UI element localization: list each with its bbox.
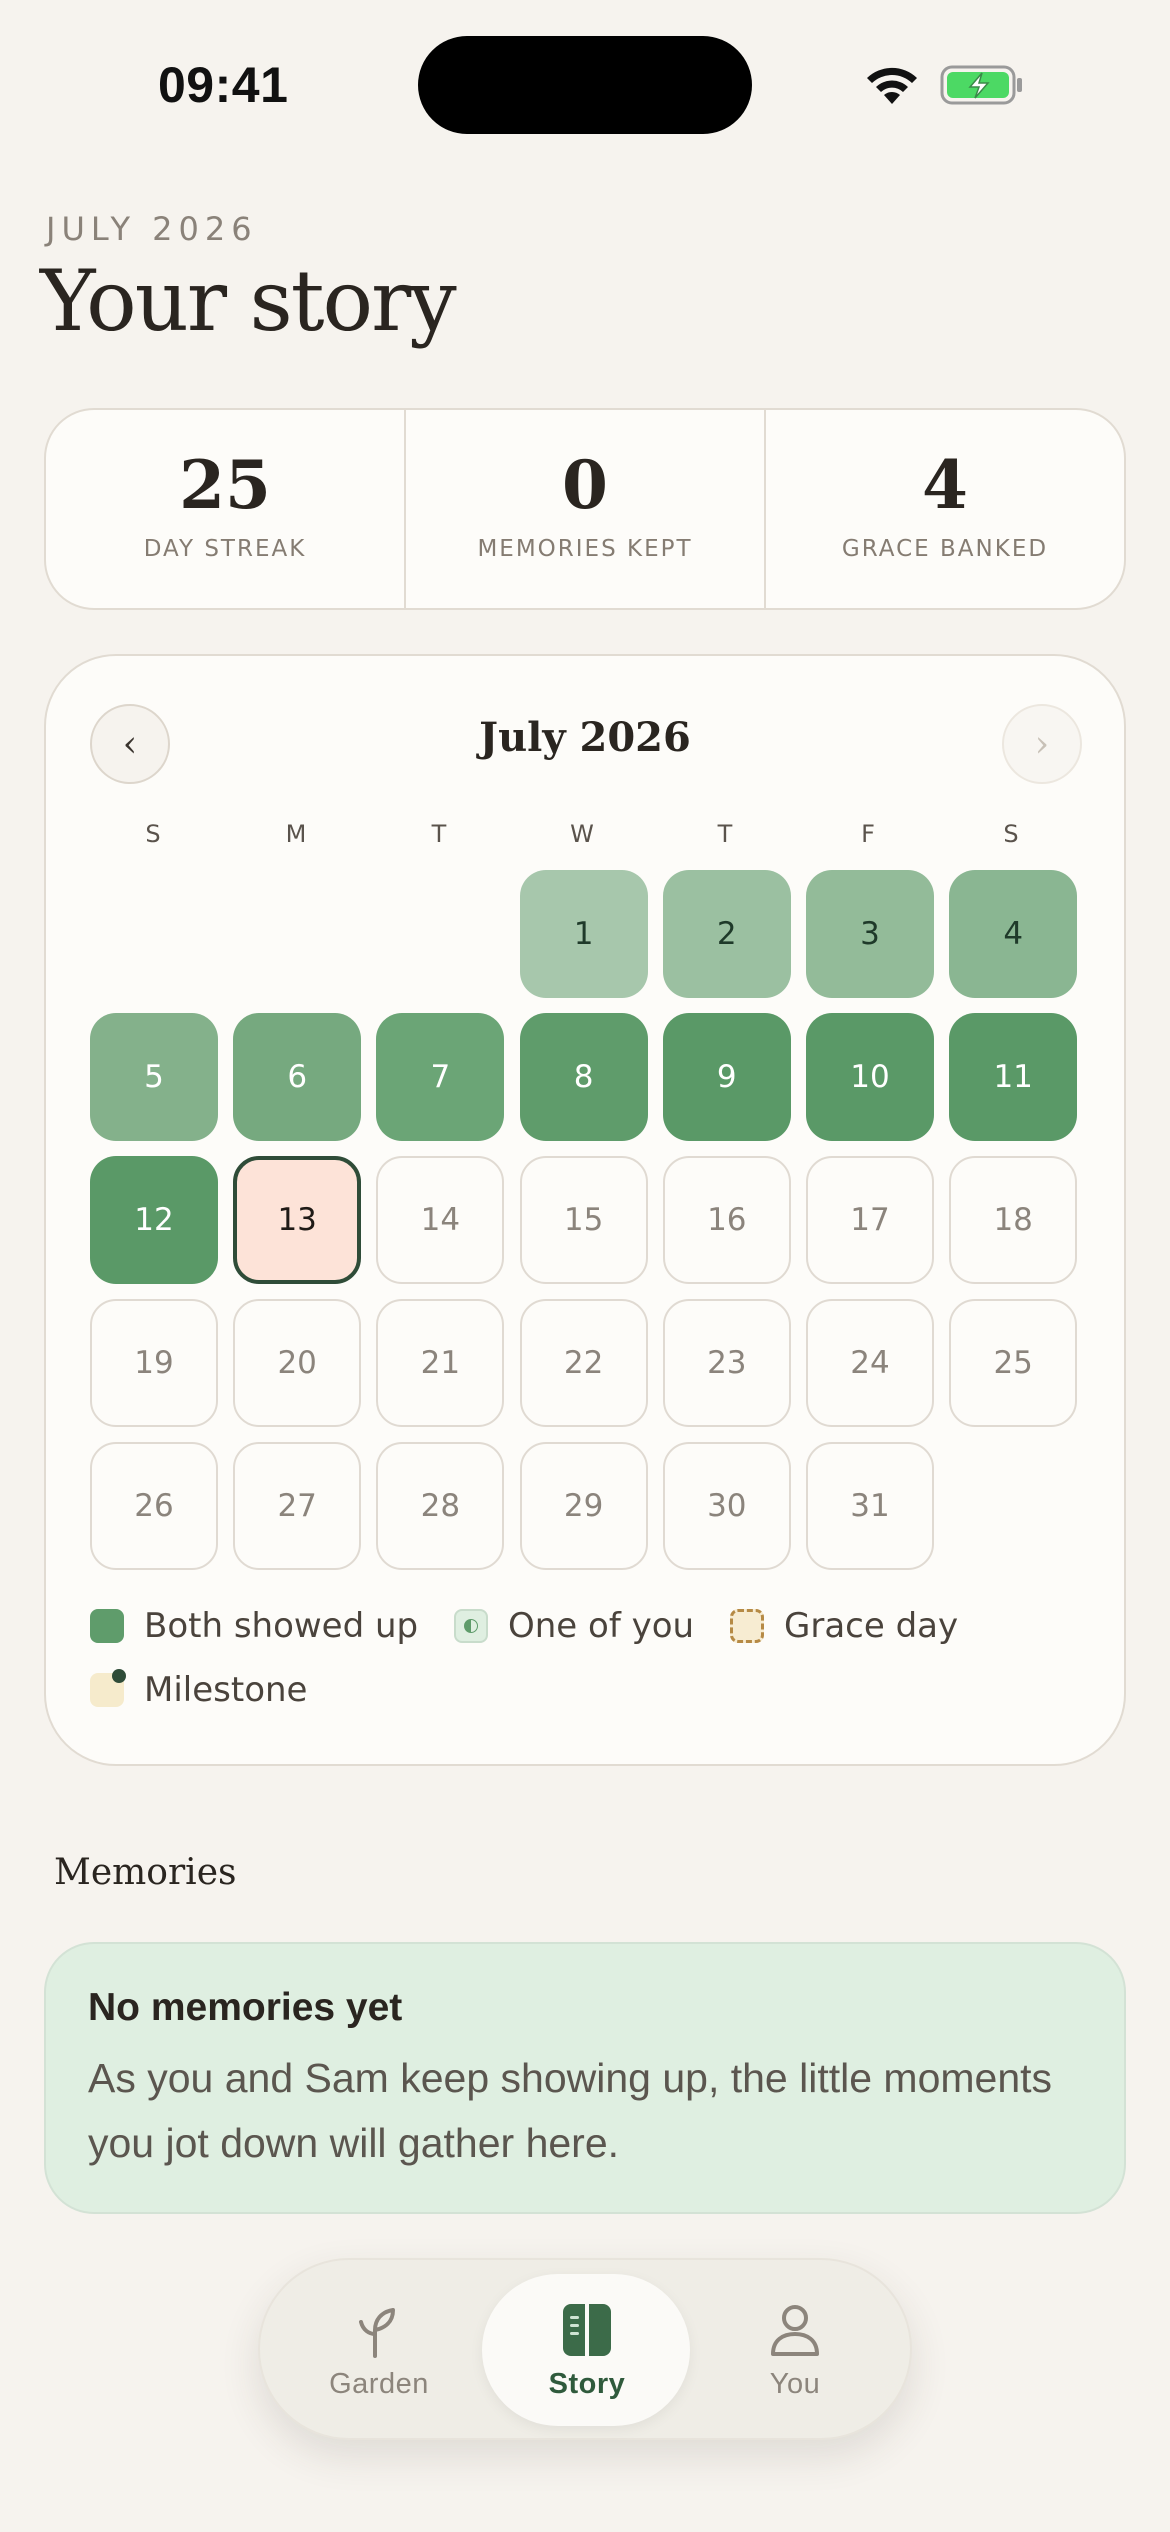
calendar-day[interactable]: 31 [806,1442,934,1570]
calendar-day[interactable]: 11 [949,1013,1078,1141]
legend-milestone-swatch [90,1669,126,1707]
status-bar: 09:41 [0,0,1170,170]
calendar-day[interactable]: 23 [662,1299,791,1427]
stat-grace-banked: 4 GRACE BANKED [766,410,1124,608]
calendar-day[interactable]: 1 [519,870,648,998]
calendar-day[interactable]: 17 [806,1156,934,1284]
calendar-day[interactable]: 26 [90,1442,218,1570]
tab-you[interactable]: You [690,2260,900,2438]
memories-empty-body: As you and Sam keep showing up, the litt… [88,2055,1053,2166]
stat-value: 4 [922,446,968,524]
memories-empty-title: No memories yet [88,1986,403,2029]
calendar-day[interactable]: 6 [233,1013,362,1141]
calendar-day[interactable]: 3 [806,870,934,998]
month-eyebrow: JULY 2026 [46,210,258,248]
calendar-day[interactable]: 13 [233,1156,362,1284]
stat-value: 0 [562,446,608,524]
tab-garden[interactable]: Garden [274,2260,484,2438]
calendar-month-label: July 2026 [479,714,691,761]
calendar-day[interactable]: 22 [519,1299,648,1427]
half-dot-icon [464,1619,478,1633]
page-title: Your story [40,252,457,350]
calendar-day[interactable]: 14 [376,1156,505,1284]
sprout-icon [359,2308,395,2358]
calendar-day[interactable]: 19 [90,1299,218,1427]
weekday-label: S [1003,820,1019,848]
wifi-icon [867,67,917,104]
stats-card: 25 DAY STREAK 0 MEMORIES KEPT 4 GRACE BA… [44,408,1126,610]
calendar-day[interactable]: 18 [949,1156,1078,1284]
calendar-day[interactable]: 20 [233,1299,362,1427]
weekday-label: M [285,820,307,848]
tab-label: You [769,2368,821,2400]
calendar-day[interactable]: 25 [949,1299,1078,1427]
stat-day-streak: 25 DAY STREAK [46,410,406,608]
legend-label: Both showed up [144,1606,419,1646]
legend-both: Both showed up [90,1606,418,1646]
weekday-label: S [145,820,161,848]
legend-grace-swatch [730,1609,764,1643]
weekday-header: S M T W T F S [90,820,1090,850]
calendar-day[interactable]: 2 [662,870,791,998]
calendar-day[interactable]: 12 [90,1156,218,1284]
calendar-day[interactable]: 21 [376,1299,505,1427]
battery-icon [940,65,1022,105]
stat-label: DAY STREAK [143,536,307,562]
memories-empty-card: No memories yet As you and Sam keep show… [44,1942,1126,2214]
legend-milestone: Milestone [90,1669,308,1710]
calendar-day[interactable]: 30 [662,1442,791,1570]
milestone-dot-icon [112,1669,126,1683]
stat-label: MEMORIES KEPT [477,536,693,562]
memories-section-title: Memories [54,1852,237,1893]
calendar-day[interactable]: 28 [376,1442,505,1570]
calendar-day[interactable]: 10 [806,1013,934,1141]
status-time: 09:41 [158,57,289,113]
weekday-label: T [717,820,733,848]
person-icon [771,2305,819,2356]
calendar-day[interactable]: 16 [662,1156,791,1284]
legend-one-swatch [454,1609,488,1643]
legend-grace: Grace day [730,1606,958,1646]
calendar-day[interactable]: 5 [90,1013,218,1141]
next-month-button[interactable]: › [1002,704,1082,784]
tab-story[interactable]: Story [482,2260,692,2438]
calendar-day[interactable]: 29 [519,1442,648,1570]
book-icon [563,2304,611,2356]
calendar-day[interactable]: 7 [376,1013,505,1141]
legend-label: Grace day [784,1606,959,1646]
tab-label: Story [548,2368,626,2400]
calendar-card: ‹ July 2026 › S M T W T F S 1 2 3 4 5 6 7 8 9 10 1… [44,654,1126,1766]
stat-value: 25 [179,446,271,524]
legend-label: One of you [508,1606,695,1646]
calendar-day[interactable]: 9 [662,1013,791,1141]
legend-label: Milestone [144,1670,308,1710]
calendar-day[interactable]: 15 [519,1156,648,1284]
legend-both-swatch [90,1609,124,1643]
calendar-day[interactable]: 24 [806,1299,934,1427]
dynamic-island [418,36,752,134]
stat-label: GRACE BANKED [841,536,1049,562]
legend-one: One of you [454,1606,694,1646]
tab-label: Garden [329,2368,429,2400]
weekday-label: W [570,820,594,848]
weekday-label: F [861,820,875,848]
calendar-day[interactable]: 4 [949,870,1078,998]
weekday-label: T [431,820,447,848]
calendar-day[interactable]: 8 [519,1013,648,1141]
calendar-day[interactable]: 27 [233,1442,362,1570]
tab-bar: Garden Story You [258,2258,912,2440]
stat-memories-kept: 0 MEMORIES KEPT [406,410,766,608]
